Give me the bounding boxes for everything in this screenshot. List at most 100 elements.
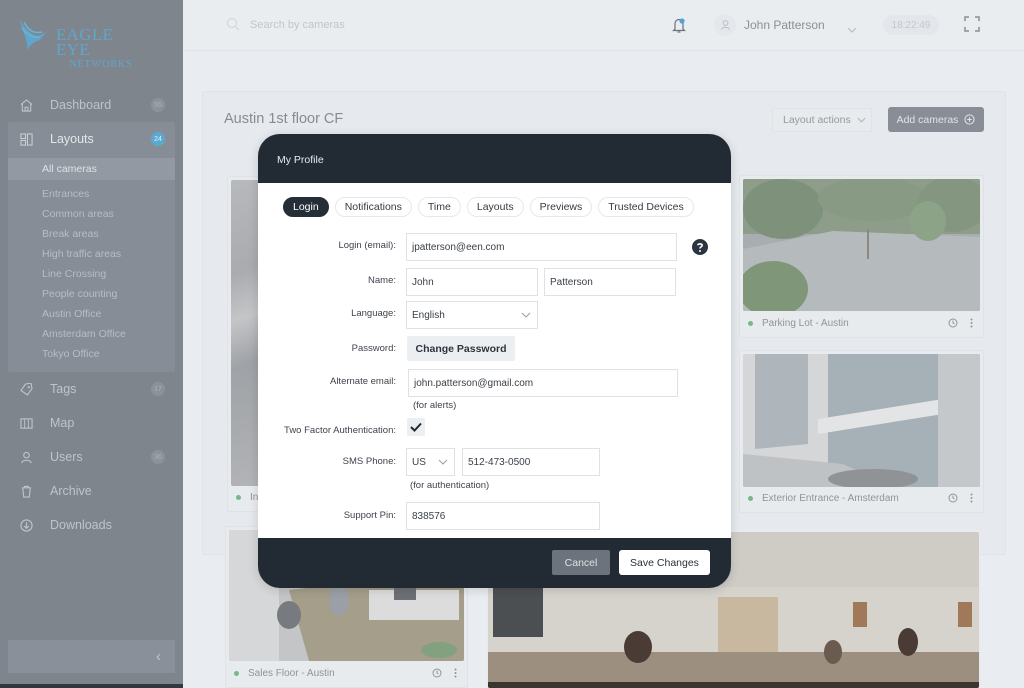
user-avatar-icon[interactable]: [714, 14, 736, 36]
first-name-field[interactable]: John: [406, 268, 538, 296]
two-factor-checkbox[interactable]: [407, 418, 425, 436]
my-profile-modal: My Profile Login Notifications Time Layo…: [258, 134, 731, 588]
sidebar-subitem[interactable]: Amsterdam Office: [8, 324, 175, 344]
sidebar-subitem[interactable]: Austin Office: [8, 304, 175, 324]
more-options-icon[interactable]: [970, 493, 973, 503]
sidebar-subitem[interactable]: Tokyo Office: [8, 344, 175, 364]
chevron-left-icon: ‹: [156, 648, 161, 665]
tab-previews[interactable]: Previews: [529, 197, 593, 217]
name-label: Name:: [368, 275, 396, 286]
chevron-down-icon[interactable]: [847, 20, 857, 38]
camera-thumbnail[interactable]: [743, 179, 980, 311]
sidebar-item-tags[interactable]: Tags 17: [8, 374, 175, 404]
download-icon: [18, 517, 34, 533]
search-input[interactable]: [250, 16, 470, 34]
chevron-down-icon: [857, 117, 866, 123]
sidebar-item-map[interactable]: Map: [8, 408, 175, 438]
sidebar-subitem[interactable]: Entrances: [8, 184, 175, 204]
brand-sub: NETWORKS: [69, 59, 133, 70]
add-cameras-button[interactable]: Add cameras: [888, 107, 984, 132]
language-label: Language:: [351, 308, 396, 319]
history-clock-icon[interactable]: [948, 318, 958, 328]
camera-caption: Parking Lot - Austin: [740, 309, 983, 337]
sidebar-item-label: Users: [50, 450, 83, 464]
tab-login[interactable]: Login: [283, 197, 329, 217]
more-options-icon[interactable]: [454, 668, 457, 678]
sidebar-subitem[interactable]: People counting: [8, 284, 175, 304]
eagle-logo-icon: [19, 18, 46, 52]
sidebar-item-users[interactable]: Users 36: [8, 442, 175, 472]
fullscreen-icon[interactable]: [964, 16, 980, 37]
modal-body: Login Notifications Time Layouts Preview…: [258, 183, 731, 538]
sms-phone-label: SMS Phone:: [342, 456, 396, 467]
support-pin-field[interactable]: 838576: [406, 502, 600, 530]
checkmark-icon: [410, 422, 422, 432]
status-online-indicator: [748, 495, 753, 501]
help-icon[interactable]: [692, 239, 708, 260]
chevron-down-icon: [521, 312, 531, 318]
sidebar-item-label: Map: [50, 416, 75, 430]
count-badge: 17: [151, 382, 165, 396]
camera-thumbnail[interactable]: [231, 180, 259, 486]
notification-bell-icon[interactable]: [671, 16, 687, 39]
sidebar-subitem[interactable]: Common areas: [8, 204, 175, 224]
language-select[interactable]: English: [406, 301, 538, 329]
sms-country-value: US: [412, 456, 426, 468]
collapse-sidebar-button[interactable]: ‹: [8, 640, 175, 673]
eagle-eye-logo[interactable]: EAGLE EYE NETWORKS: [16, 14, 146, 70]
sidebar-subitem-all-cameras[interactable]: All cameras: [8, 158, 175, 180]
search-icon: [226, 17, 240, 36]
save-changes-button[interactable]: Save Changes: [619, 550, 710, 575]
last-name-field[interactable]: Patterson: [544, 268, 676, 296]
login-email-field[interactable]: jpatterson@een.com: [406, 233, 677, 261]
layouts-icon: [18, 131, 34, 147]
history-clock-icon[interactable]: [432, 668, 442, 678]
layout-actions-dropdown[interactable]: Layout actions: [772, 108, 872, 132]
change-password-button[interactable]: Change Password: [407, 336, 515, 361]
home-icon: [18, 97, 34, 113]
status-online-indicator: [236, 494, 241, 500]
support-pin-label: Support Pin:: [343, 510, 396, 521]
tab-time[interactable]: Time: [417, 197, 461, 217]
layouts-group: Layouts 24 All cameras Entrances Common …: [8, 122, 175, 372]
sidebar-item-label: Tags: [50, 382, 77, 396]
camera-caption: Exterior Entrance - Amsterdam: [740, 484, 983, 512]
count-badge: 55: [151, 98, 165, 112]
sms-country-select[interactable]: US: [406, 448, 455, 476]
sidebar-subitem[interactable]: Break areas: [8, 224, 175, 244]
login-email-label: Login (email):: [338, 240, 396, 251]
tab-notifications[interactable]: Notifications: [334, 197, 412, 217]
sidebar-item-layouts[interactable]: Layouts 24: [8, 124, 175, 154]
tab-trusted-devices[interactable]: Trusted Devices: [598, 197, 694, 217]
sidebar-bottom-bar: [0, 684, 183, 688]
sms-phone-field[interactable]: 512-473-0500: [462, 448, 600, 476]
camera-card[interactable]: Exterior Entrance - Amsterdam: [739, 350, 984, 513]
more-options-icon[interactable]: [970, 318, 973, 328]
sidebar-item-label: Downloads: [50, 518, 112, 532]
alternate-email-field[interactable]: john.patterson@gmail.com: [408, 369, 678, 397]
clock: 18:22:49: [883, 15, 939, 35]
user-name[interactable]: John Patterson: [744, 18, 825, 32]
add-cameras-label: Add cameras: [896, 113, 959, 126]
camera-card[interactable]: Parking Lot - Austin: [739, 175, 984, 338]
top-header: John Patterson 18:22:49: [183, 0, 1024, 51]
history-clock-icon[interactable]: [948, 493, 958, 503]
camera-name: Parking Lot - Austin: [762, 317, 849, 329]
camera-thumbnail[interactable]: [743, 354, 980, 487]
plus-circle-icon: [964, 114, 976, 125]
status-online-indicator: [748, 320, 753, 326]
sidebar-item-archive[interactable]: Archive: [8, 476, 175, 506]
camera-caption: Sales Floor - Austin: [226, 659, 467, 687]
sidebar-subitem[interactable]: Line Crossing: [8, 264, 175, 284]
tab-layouts[interactable]: Layouts: [466, 197, 524, 217]
user-icon: [18, 449, 34, 465]
cancel-button[interactable]: Cancel: [552, 550, 610, 575]
camera-caption: Int: [228, 483, 262, 511]
trash-icon: [18, 483, 34, 499]
sidebar-item-dashboard[interactable]: Dashboard 55: [8, 90, 175, 120]
sidebar-subitem[interactable]: High traffic areas: [8, 244, 175, 264]
sidebar-item-downloads[interactable]: Downloads: [8, 510, 175, 540]
map-icon: [18, 415, 34, 431]
status-online-indicator: [234, 670, 239, 676]
alternate-email-hint: (for alerts): [413, 400, 457, 411]
